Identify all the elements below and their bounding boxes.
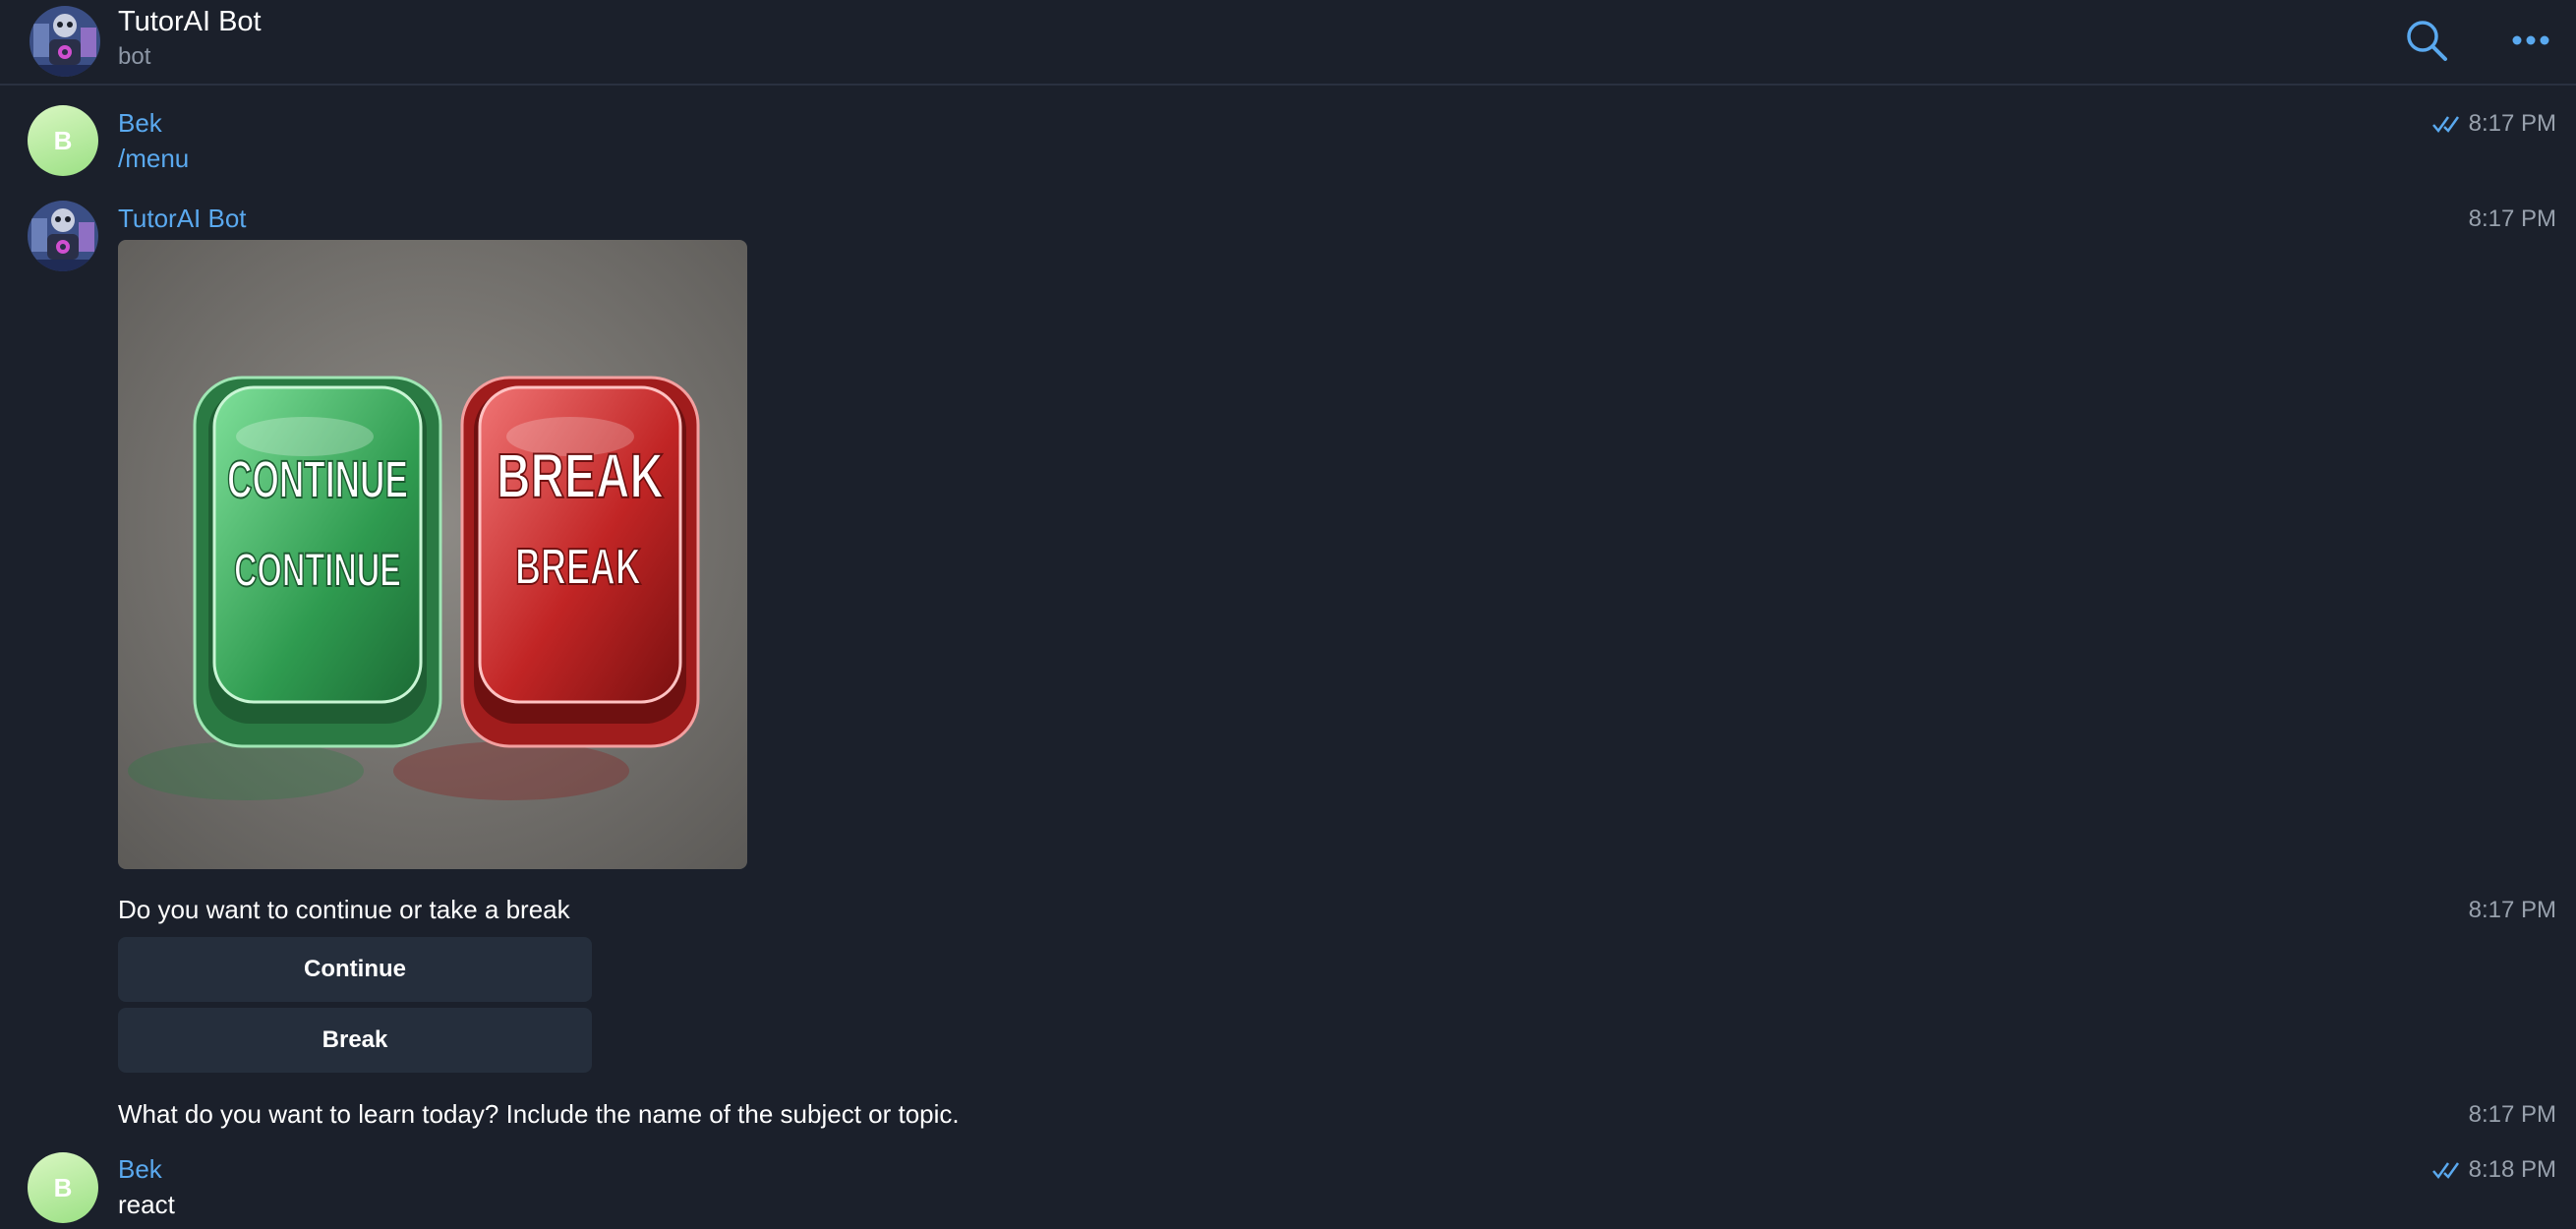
message-text: What do you want to learn today? Include… xyxy=(118,1099,960,1129)
message-text: react xyxy=(118,1190,175,1219)
time-label: 8:17 PM xyxy=(2468,110,2556,137)
command-link[interactable]: /menu xyxy=(118,144,189,174)
break-button[interactable]: Break xyxy=(118,1008,592,1073)
double-check-icon xyxy=(2431,116,2459,134)
search-icon xyxy=(2407,21,2447,61)
avatar-letter: B xyxy=(53,1172,73,1202)
time-label: 8:17 PM xyxy=(2468,1101,2556,1128)
more-options-button[interactable] xyxy=(2501,14,2560,67)
user-avatar[interactable]: B xyxy=(28,1152,98,1223)
message-text: Do you want to continue or take a break xyxy=(118,895,570,924)
user-avatar[interactable]: B xyxy=(28,105,98,176)
image-label: BREAK xyxy=(515,539,641,596)
message-time: 8:17 PM xyxy=(2469,205,2556,233)
double-check-icon xyxy=(2431,1162,2459,1180)
chat-subtitle: bot xyxy=(118,43,151,70)
chat-header: TutorAI Bot bot xyxy=(0,0,2576,86)
time-label: 8:18 PM xyxy=(2468,1156,2556,1183)
message-photo[interactable]: CONTINUE CONTINUE BREAK BREAK xyxy=(118,240,747,869)
image-label: BREAK xyxy=(497,440,664,511)
sender-name[interactable]: TutorAI Bot xyxy=(118,204,247,234)
continue-button[interactable]: Continue xyxy=(118,937,592,1002)
message-time: 8:17 PM xyxy=(2431,110,2556,138)
sender-name[interactable]: Bek xyxy=(118,108,162,139)
search-button[interactable] xyxy=(2397,14,2456,67)
time-label: 8:17 PM xyxy=(2468,205,2556,232)
message-time: 8:18 PM xyxy=(2431,1156,2556,1184)
image-label: CONTINUE xyxy=(234,545,401,597)
chat-title: TutorAI Bot xyxy=(118,6,262,37)
avatar-letter: B xyxy=(53,125,73,155)
bot-avatar[interactable] xyxy=(29,6,100,77)
time-label: 8:17 PM xyxy=(2468,897,2556,923)
message-time: 8:17 PM xyxy=(2469,1101,2556,1129)
more-icon xyxy=(2512,35,2549,45)
bot-avatar[interactable] xyxy=(28,201,98,271)
message-time: 8:17 PM xyxy=(2469,897,2556,924)
image-label: CONTINUE xyxy=(227,450,408,509)
sender-name[interactable]: Bek xyxy=(118,1154,162,1185)
